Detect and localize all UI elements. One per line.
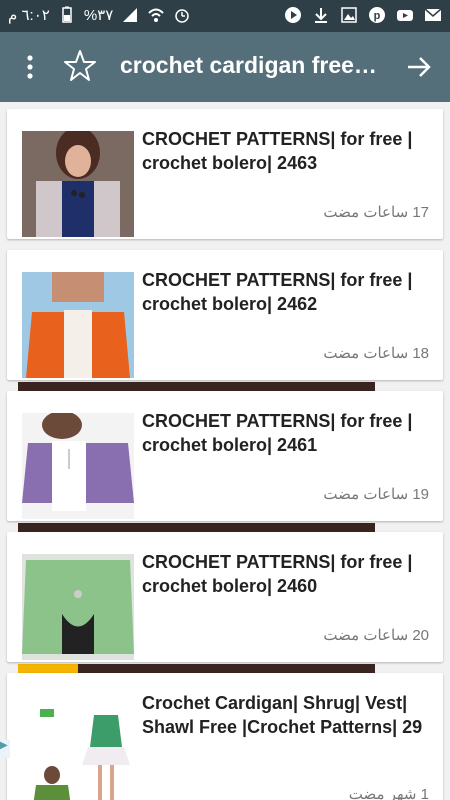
thumbnail-image	[22, 272, 134, 378]
favorite-star-icon[interactable]	[62, 48, 98, 84]
item-title: Crochet Cardigan| Shrug| Vest| Shawl Fre…	[142, 693, 423, 737]
list-item[interactable]: CROCHET PATTERNS| for free | crochet bol…	[7, 532, 443, 662]
list-item[interactable]: CROCHET PATTERNS| for free | crochet bol…	[7, 391, 443, 521]
item-title: CROCHET PATTERNS| for free | crochet bol…	[142, 129, 413, 173]
list-item[interactable]: CROCHET PATTERNS| for free | crochet bol…	[7, 109, 443, 239]
app-bar: crochet cardigan free…	[0, 32, 450, 102]
download-icon	[315, 8, 327, 23]
wifi-icon	[148, 8, 164, 22]
app-bar-title: crochet cardigan free…	[120, 52, 377, 78]
battery-percent: %٣٧	[83, 7, 114, 24]
status-right-cluster: ٦:٠٢ م %٣٧	[8, 6, 191, 24]
thumbnail-image	[22, 413, 134, 519]
item-time: 20 ساعات مضت	[323, 627, 429, 644]
gallery-icon	[341, 7, 357, 23]
forward-arrow-icon[interactable]	[404, 52, 434, 82]
article-list: CROCHET PATTERNS| for free | crochet bol…	[0, 102, 450, 800]
alarm-icon	[175, 9, 190, 23]
item-time: 17 ساعات مضت	[323, 204, 429, 221]
youtube-icon	[397, 10, 413, 21]
item-time: 19 ساعات مضت	[323, 486, 429, 503]
pinterest-icon: p	[369, 7, 385, 23]
overflow-menu-icon[interactable]	[18, 54, 42, 80]
svg-text:p: p	[374, 10, 381, 22]
thumbnail-image	[22, 695, 134, 800]
battery-icon	[62, 6, 72, 23]
thumbnail-image	[22, 131, 134, 237]
item-time: 18 ساعات مضت	[323, 345, 429, 362]
thumbnail-image	[22, 554, 134, 660]
item-title: CROCHET PATTERNS| for free | crochet bol…	[142, 270, 413, 314]
item-title: CROCHET PATTERNS| for free | crochet bol…	[142, 552, 413, 596]
notification-icons: p	[284, 6, 442, 24]
mail-icon	[424, 8, 442, 21]
play-store-icon	[285, 7, 301, 23]
signal-icon	[123, 8, 138, 22]
item-time: 1 شهر مضت	[348, 786, 429, 800]
list-item[interactable]: Crochet Cardigan| Shrug| Vest| Shawl Fre…	[7, 673, 443, 800]
ad-choices-icon[interactable]: ▶	[0, 740, 10, 758]
status-bar: ٦:٠٢ م %٣٧ p	[0, 0, 450, 32]
status-time: ٦:٠٢ م	[8, 7, 50, 24]
list-item[interactable]: CROCHET PATTERNS| for free | crochet bol…	[7, 250, 443, 380]
item-title: CROCHET PATTERNS| for free | crochet bol…	[142, 411, 413, 455]
